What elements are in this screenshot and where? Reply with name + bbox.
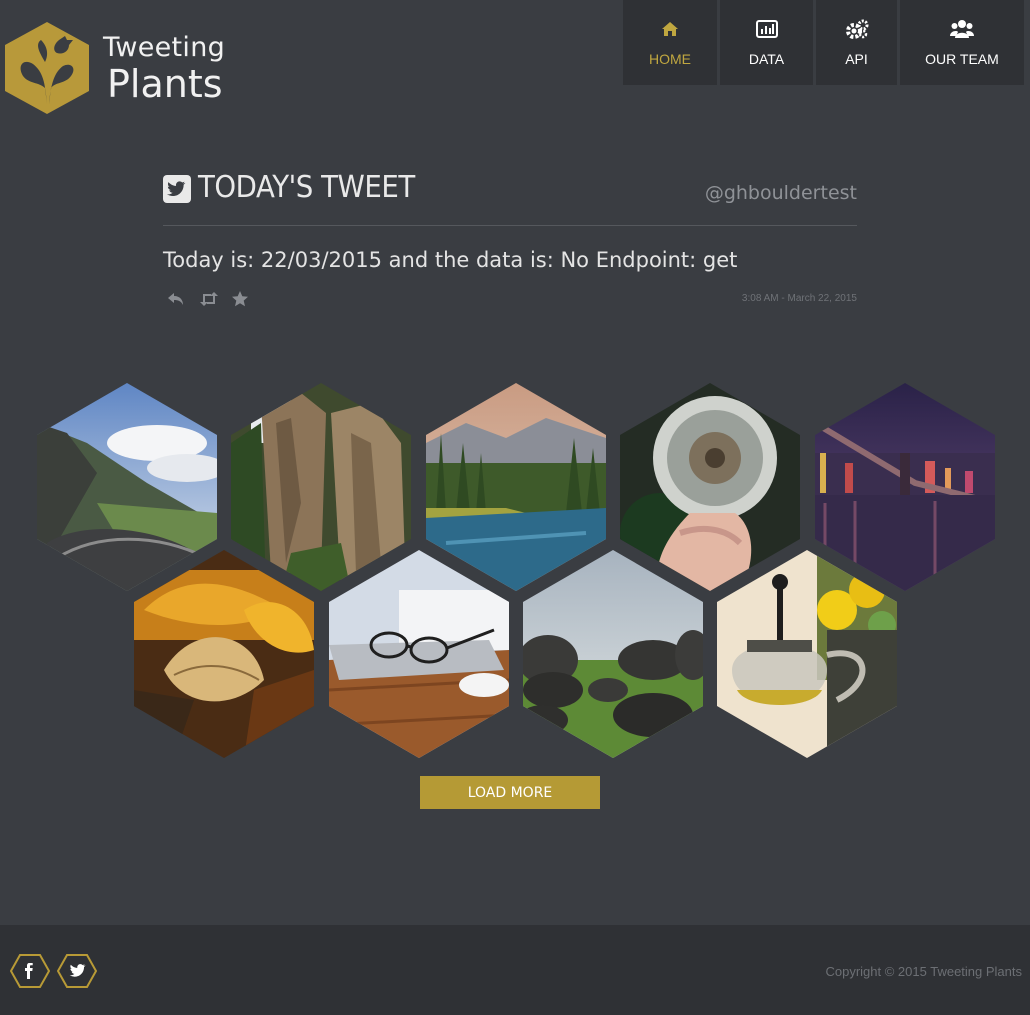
gallery-image-rock-cliffs[interactable]: [231, 383, 411, 591]
nav-label-our-team: OUR TEAM: [925, 50, 999, 67]
nav-label-api: API: [845, 50, 868, 67]
tweet-actions: [167, 290, 249, 308]
gallery-image-stones-grass[interactable]: [523, 550, 703, 758]
gallery-image-lake-forest[interactable]: [426, 383, 606, 591]
bar-chart-icon: [755, 19, 778, 39]
load-more-button[interactable]: LOAD MORE: [420, 776, 600, 809]
tweet-header: TODAY'S TWEET @ghbouldertest: [163, 170, 857, 226]
users-icon: [950, 19, 974, 39]
reply-icon[interactable]: [167, 290, 185, 308]
tweet-section-title: TODAY'S TWEET: [198, 170, 415, 205]
nav-item-home[interactable]: HOME: [623, 0, 717, 85]
plant-bird-logo-icon: [5, 22, 89, 114]
tweet-timestamp: 3:08 AM - March 22, 2015: [741, 293, 857, 304]
brand-logo[interactable]: Tweeting Plants: [5, 22, 245, 114]
gears-icon: [845, 19, 869, 39]
retweet-icon[interactable]: [199, 290, 218, 308]
footer: Copyright © 2015 Tweeting Plants: [0, 925, 1030, 1015]
brand-name-line2: Plants: [107, 62, 223, 106]
nav-label-home: HOME: [649, 50, 691, 67]
twitter-footer-icon[interactable]: [57, 953, 97, 989]
gallery-image-bridge-night[interactable]: [815, 383, 995, 591]
nav-item-data[interactable]: DATA: [720, 0, 813, 85]
brand-name-line1: Tweeting: [103, 32, 226, 63]
todays-tweet-panel: TODAY'S TWEET @ghbouldertest Today is: 2…: [163, 170, 857, 307]
nav-label-data: DATA: [748, 50, 785, 67]
gallery-image-glasses-laptop[interactable]: [329, 550, 509, 758]
gallery-image-dandelion[interactable]: [620, 383, 800, 591]
twitter-icon: [163, 175, 191, 203]
nav-item-our-team[interactable]: OUR TEAM: [900, 0, 1024, 85]
copyright-text: Copyright © 2015 Tweeting Plants: [825, 964, 1022, 979]
nav-item-api[interactable]: API: [816, 0, 897, 85]
favorite-star-icon[interactable]: [231, 290, 249, 308]
gallery-image-teapot-flowers[interactable]: [717, 550, 897, 758]
main-nav: HOME DATA API OUR TEAM: [623, 0, 1024, 85]
home-icon: [661, 19, 679, 39]
gallery-image-mountain-road[interactable]: [37, 383, 217, 591]
tweet-handle[interactable]: @ghbouldertest: [705, 182, 857, 204]
facebook-icon[interactable]: [10, 953, 50, 989]
gallery-image-autumn-leaves[interactable]: [134, 550, 314, 758]
tweet-body: Today is: 22/03/2015 and the data is: No…: [163, 248, 738, 272]
